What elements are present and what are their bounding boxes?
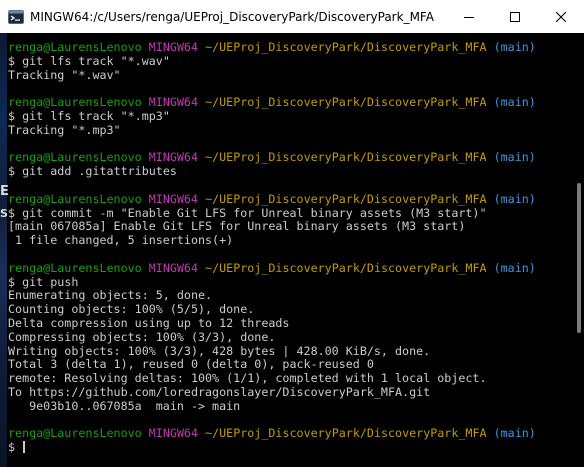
output-text: Writing objects: 100% (3/3), 428 bytes |…	[8, 343, 431, 358]
command-text: git push	[22, 274, 79, 289]
text-cursor	[23, 441, 26, 454]
close-icon	[556, 11, 566, 22]
prompt-user: renga@LaurensLenovo	[8, 95, 142, 110]
prompt-system: MINGW64	[148, 40, 199, 54]
prompt-path: ~/UEProj_DiscoveryPark/DiscoveryPark_MFA	[205, 40, 487, 54]
prompt-line: renga@LaurensLenovo MINGW64 ~/UEProj_Dis…	[8, 260, 570, 276]
scroll-thumb[interactable]	[577, 183, 581, 333]
output-text: Delta compression using up to 12 threads	[8, 315, 290, 330]
prompt-system: MINGW64	[148, 150, 199, 165]
prompt-line: renga@LaurensLenovo MINGW64 ~/UEProj_Dis…	[8, 150, 570, 165]
prompt-symbol: $	[8, 274, 16, 289]
prompt-path: ~/UEProj_DiscoveryPark/DiscoveryPark_MFA	[205, 191, 487, 206]
output-line: Counting objects: 100% (5/5), done.	[8, 302, 570, 317]
prompt-line: renga@LaurensLenovo MINGW64 ~/UEProj_Dis…	[8, 191, 570, 207]
strip-glyph: S	[0, 207, 8, 220]
prompt-system: MINGW64	[148, 95, 199, 110]
maximize-icon	[510, 11, 520, 22]
output-text: Total 3 (delta 1), reused 0 (delta 0), p…	[8, 357, 374, 372]
prompt-path: ~/UEProj_DiscoveryPark/DiscoveryPark_MFA	[205, 95, 487, 110]
output-line: 9e03b10..067085a main -> main	[8, 398, 570, 414]
output-text: Compressing objects: 100% (3/3), done.	[8, 329, 276, 344]
title-bar[interactable]: MINGW64:/c/Users/renga/UEProj_DiscoveryP…	[0, 0, 584, 33]
output-line: [main 067085a] Enable Git LFS for Unreal…	[8, 219, 570, 234]
output-text: remote: Resolving deltas: 100% (1/1), co…	[8, 371, 487, 386]
prompt-user: renga@LaurensLenovo	[8, 260, 142, 275]
prompt-branch: (main)	[493, 150, 536, 165]
command-text: git add .gitattributes	[22, 164, 177, 179]
scrollbar[interactable]	[572, 33, 584, 467]
output-text: Counting objects: 100% (5/5), done.	[8, 302, 255, 317]
prompt-user: renga@LaurensLenovo	[8, 40, 142, 54]
output-text: [main 067085a] Enable Git LFS for Unreal…	[8, 219, 466, 234]
output-line: Delta compression using up to 12 threads	[8, 315, 570, 331]
prompt-system: MINGW64	[148, 260, 199, 275]
prompt-line: renga@LaurensLenovo MINGW64 ~/UEProj_Dis…	[8, 426, 570, 441]
prompt-path: ~/UEProj_DiscoveryPark/DiscoveryPark_MFA	[205, 426, 487, 441]
output-line: Tracking "*.mp3"	[8, 122, 570, 138]
mingw-terminal-icon	[8, 9, 24, 25]
output-line: Enumerating objects: 5, done.	[8, 288, 570, 303]
prompt-system: MINGW64	[148, 191, 199, 206]
prompt-symbol: $	[8, 53, 16, 68]
terminal-output: renga@LaurensLenovo MINGW64 ~/UEProj_Dis…	[8, 40, 570, 455]
minimize-icon	[464, 16, 474, 18]
command-text: git lfs track "*.mp3"	[22, 108, 170, 123]
command-line: $ git commit -m "Enable Git LFS for Unre…	[8, 205, 570, 221]
command-input-line[interactable]: $	[8, 440, 570, 455]
maximize-button[interactable]	[492, 0, 538, 33]
output-text: Enumerating objects: 5, done.	[8, 288, 213, 303]
output-text: Tracking "*.wav"	[8, 67, 121, 82]
prompt-path: ~/UEProj_DiscoveryPark/DiscoveryPark_MFA	[205, 150, 487, 165]
output-line: Tracking "*.wav"	[8, 67, 570, 83]
window-title: MINGW64:/c/Users/renga/UEProj_DiscoveryP…	[30, 9, 434, 24]
prompt-user: renga@LaurensLenovo	[8, 426, 142, 441]
output-line: Total 3 (delta 1), reused 0 (delta 0), p…	[8, 357, 570, 372]
terminal-window: MINGW64:/c/Users/renga/UEProj_DiscoveryP…	[0, 0, 584, 467]
prompt-symbol: $	[8, 440, 16, 455]
prompt-user: renga@LaurensLenovo	[8, 150, 142, 165]
terminal-area[interactable]: E S renga@LaurensLenovo MINGW64 ~/UEProj…	[0, 33, 584, 467]
output-line: 1 file changed, 5 insertions(+)	[8, 233, 570, 248]
output-text: 9e03b10..067085a main -> main	[8, 398, 241, 413]
output-line: Compressing objects: 100% (3/3), done.	[8, 329, 570, 345]
close-button[interactable]	[538, 0, 584, 33]
prompt-branch: (main)	[493, 426, 536, 441]
prompt-branch: (main)	[493, 191, 536, 206]
prompt-symbol: $	[8, 205, 16, 220]
output-line: Writing objects: 100% (3/3), 428 bytes |…	[8, 343, 570, 359]
command-text: git commit -m "Enable Git LFS for Unreal…	[22, 205, 487, 220]
prompt-symbol: $	[8, 108, 16, 123]
command-line: $ git lfs track "*.mp3"	[8, 108, 570, 124]
output-text: Tracking "*.mp3"	[8, 122, 121, 137]
command-text: git lfs track "*.wav"	[22, 53, 170, 68]
prompt-symbol: $	[8, 164, 16, 179]
background-window-strip: E S	[0, 33, 9, 467]
output-text: 1 file changed, 5 insertions(+)	[8, 233, 234, 248]
command-line: $ git lfs track "*.wav"	[8, 53, 570, 69]
command-line: $ git push	[8, 274, 570, 290]
prompt-user: renga@LaurensLenovo	[8, 191, 142, 206]
minimize-button[interactable]	[446, 0, 492, 33]
output-text: To https://github.com/loredragonslayer/D…	[8, 384, 431, 399]
prompt-branch: (main)	[493, 40, 536, 54]
output-line: To https://github.com/loredragonslayer/D…	[8, 384, 570, 400]
prompt-branch: (main)	[493, 260, 536, 275]
prompt-line: renga@LaurensLenovo MINGW64 ~/UEProj_Dis…	[8, 95, 570, 110]
prompt-branch: (main)	[493, 95, 536, 110]
output-line: remote: Resolving deltas: 100% (1/1), co…	[8, 371, 570, 386]
prompt-line: renga@LaurensLenovo MINGW64 ~/UEProj_Dis…	[8, 40, 570, 55]
command-line: $ git add .gitattributes	[8, 164, 570, 179]
prompt-system: MINGW64	[148, 426, 199, 441]
prompt-path: ~/UEProj_DiscoveryPark/DiscoveryPark_MFA	[205, 260, 487, 275]
